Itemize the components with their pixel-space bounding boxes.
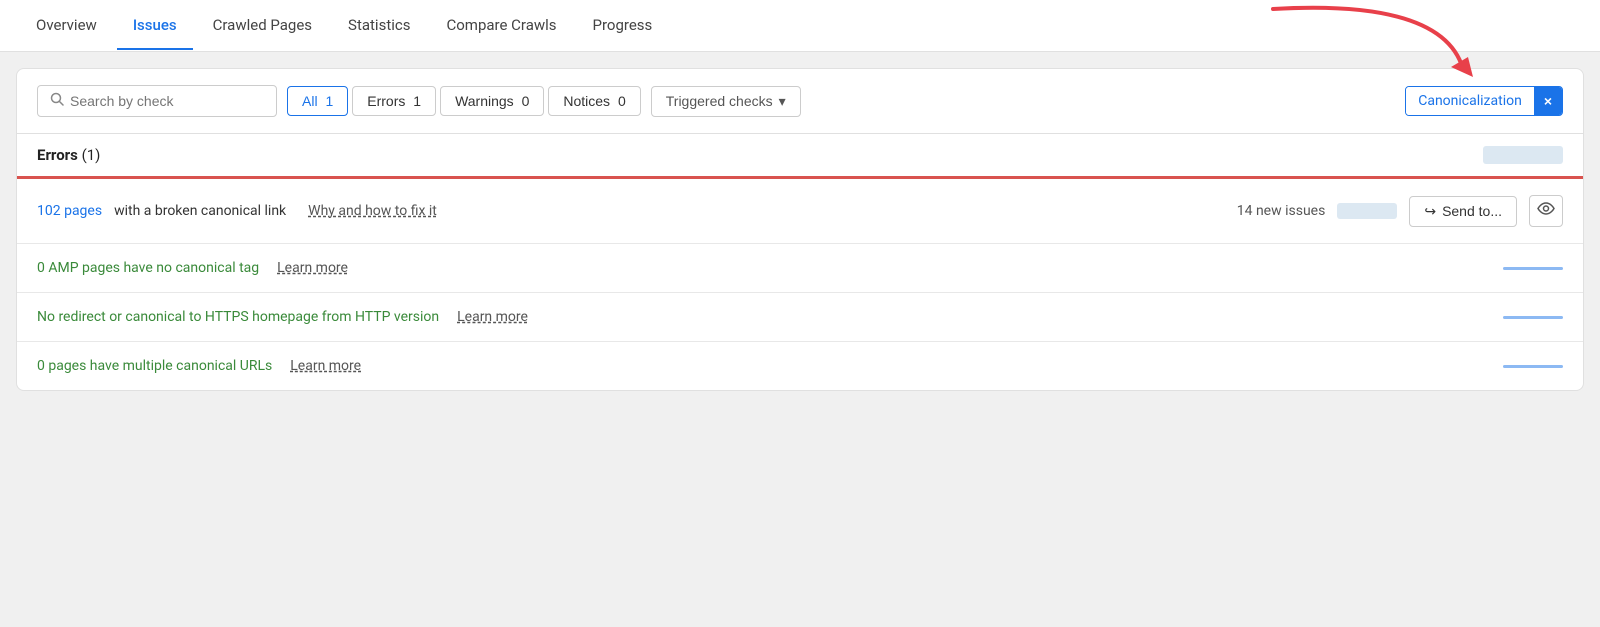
- skeleton-line-redirect: [1503, 316, 1563, 319]
- search-icon: [50, 92, 64, 110]
- canonicalization-tag: Canonicalization ×: [1405, 86, 1563, 116]
- triggered-checks-label: Triggered checks: [666, 93, 773, 109]
- issue-row-broken-canonical: 102 pages with a broken canonical link W…: [17, 179, 1583, 244]
- search-box[interactable]: [37, 85, 277, 117]
- issue-row-multiple-canonical: 0 pages have multiple canonical URLs Lea…: [17, 342, 1583, 390]
- main-card: All 1 Errors 1 Warnings 0 Notices 0 Trig…: [16, 68, 1584, 391]
- canonicalization-close-button[interactable]: ×: [1534, 87, 1562, 115]
- toolbar: All 1 Errors 1 Warnings 0 Notices 0 Trig…: [17, 69, 1583, 133]
- chevron-down-icon: ▾: [779, 93, 786, 110]
- nav-item-progress[interactable]: Progress: [577, 2, 669, 50]
- errors-title: Errors (1): [37, 146, 100, 164]
- filter-warnings-button[interactable]: Warnings 0: [440, 86, 544, 116]
- redirect-learn-more[interactable]: Learn more: [457, 309, 528, 325]
- skeleton-line-amp: [1503, 267, 1563, 270]
- new-issues-count: 14 new issues: [1237, 203, 1326, 219]
- nav-item-crawled-pages[interactable]: Crawled Pages: [197, 2, 328, 50]
- nav-item-overview[interactable]: Overview: [20, 2, 113, 50]
- nav-item-statistics[interactable]: Statistics: [332, 2, 426, 50]
- nav-item-compare-crawls[interactable]: Compare Crawls: [430, 2, 572, 50]
- issue-row-right-multiple: [1503, 365, 1563, 368]
- amp-learn-more[interactable]: Learn more: [277, 260, 348, 276]
- why-fix-link[interactable]: Why and how to fix it: [308, 203, 437, 219]
- issue-row-amp: 0 AMP pages have no canonical tag Learn …: [17, 244, 1583, 293]
- canonicalization-label: Canonicalization: [1406, 87, 1534, 115]
- eye-button[interactable]: [1529, 195, 1563, 227]
- triggered-checks-dropdown[interactable]: Triggered checks ▾: [651, 86, 801, 117]
- amp-canonical-label[interactable]: 0 AMP pages have no canonical tag: [37, 260, 259, 276]
- search-input[interactable]: [70, 93, 264, 109]
- skeleton-line-multiple: [1503, 365, 1563, 368]
- skeleton-bar-sm: [1337, 203, 1397, 219]
- filter-errors-button[interactable]: Errors 1: [352, 86, 436, 116]
- issue-row-right-amp: [1503, 267, 1563, 270]
- errors-section-header: Errors (1): [17, 133, 1583, 176]
- redirect-label[interactable]: No redirect or canonical to HTTPS homepa…: [37, 309, 439, 325]
- multiple-canonical-learn-more[interactable]: Learn more: [290, 358, 361, 374]
- send-icon: ↪: [1424, 203, 1436, 220]
- issue-row-right-redirect: [1503, 316, 1563, 319]
- nav-item-issues[interactable]: Issues: [117, 2, 193, 50]
- send-to-label: Send to...: [1442, 203, 1502, 219]
- eye-icon: [1537, 202, 1555, 220]
- top-navigation: Overview Issues Crawled Pages Statistics…: [0, 0, 1600, 52]
- send-to-button[interactable]: ↪ Send to...: [1409, 196, 1517, 227]
- errors-skeleton-bar: [1483, 146, 1563, 164]
- broken-canonical-link[interactable]: 102 pages: [37, 203, 102, 219]
- issue-row-redirect: No redirect or canonical to HTTPS homepa…: [17, 293, 1583, 342]
- filter-all-button[interactable]: All 1: [287, 86, 348, 116]
- multiple-canonical-label[interactable]: 0 pages have multiple canonical URLs: [37, 358, 272, 374]
- broken-canonical-text: with a broken canonical link: [114, 203, 286, 219]
- filter-group: All 1 Errors 1 Warnings 0 Notices 0: [287, 86, 641, 116]
- issue-row-right: 14 new issues ↪ Send to...: [1237, 195, 1563, 227]
- filter-notices-button[interactable]: Notices 0: [548, 86, 640, 116]
